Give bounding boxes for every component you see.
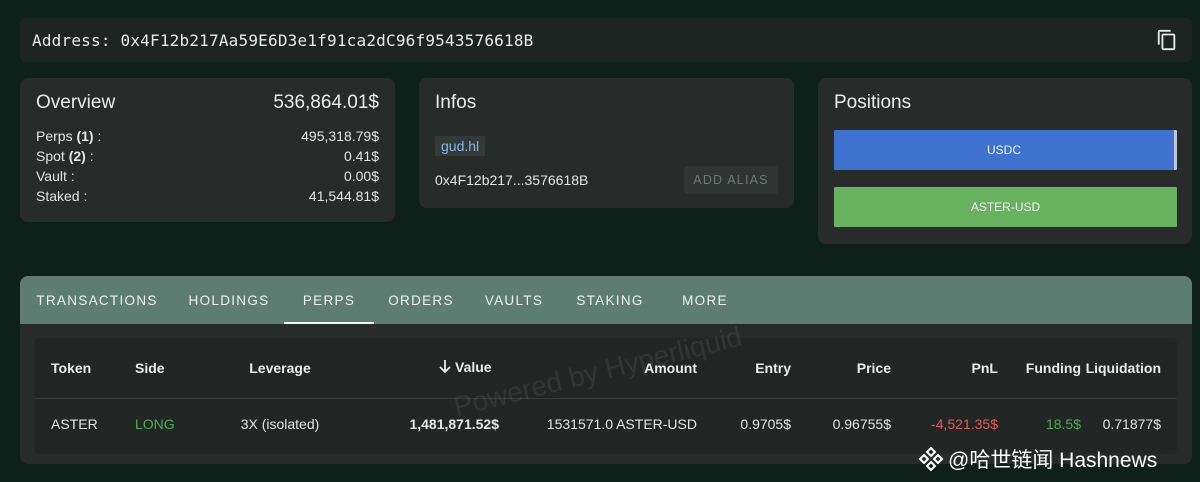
header-token[interactable]: Token bbox=[35, 338, 135, 398]
header-funding[interactable]: Funding bbox=[998, 338, 1081, 398]
overview-card: Overview 536,864.01$ Perps (1) : 495,318… bbox=[20, 78, 395, 222]
tab-orders[interactable]: ORDERS bbox=[374, 276, 468, 324]
positions-title: Positions bbox=[834, 92, 912, 113]
overview-row-label: Perps bbox=[36, 128, 73, 144]
address-bar: Address: 0x4F12b217Aa59E6D3e1f91ca2dC96f… bbox=[20, 18, 1192, 62]
overview-row-suffix: : bbox=[97, 128, 102, 144]
copy-icon[interactable] bbox=[1156, 28, 1178, 52]
cell-value: 1,481,871.52$ bbox=[345, 397, 505, 450]
cell-leverage: 3X (isolated) bbox=[215, 397, 345, 450]
arrow-down-icon bbox=[438, 359, 452, 377]
overview-row-value: 495,318.79$ bbox=[301, 128, 379, 144]
header-liquidation[interactable]: Liquidation bbox=[1081, 338, 1177, 398]
overview-row-label: Spot bbox=[36, 148, 65, 164]
overview-row-suffix: : bbox=[70, 168, 75, 184]
position-bar-usdc[interactable]: USDC bbox=[834, 130, 1177, 170]
overview-row-suffix: : bbox=[89, 148, 94, 164]
table-header-row: Token Side Leverage Value Amount Entry P… bbox=[35, 338, 1177, 398]
cell-price: 0.96755$ bbox=[791, 397, 891, 450]
cell-amount: 1531571.0 ASTER-USD bbox=[505, 397, 697, 450]
tab-bar: TRANSACTIONS HOLDINGS PERPS ORDERS VAULT… bbox=[20, 276, 1192, 324]
overview-row-perps: Perps (1) : 495,318.79$ bbox=[36, 126, 379, 146]
header-amount[interactable]: Amount bbox=[505, 338, 697, 398]
tab-transactions[interactable]: TRANSACTIONS bbox=[20, 276, 174, 324]
overview-row-suffix: : bbox=[83, 188, 88, 204]
cell-token: ASTER bbox=[35, 397, 135, 450]
address-value[interactable]: 0x4F12b217Aa59E6D3e1f91ca2dC96f954357661… bbox=[121, 31, 534, 50]
address-label: Address: bbox=[32, 30, 111, 50]
overview-title: Overview bbox=[36, 92, 116, 113]
positions-card: Positions USDC ASTER-USD bbox=[818, 78, 1192, 244]
short-address: 0x4F12b217...3576618B bbox=[435, 172, 589, 188]
cell-pnl: -4,521.35$ bbox=[891, 397, 998, 450]
brand-watermark: @哈世链闻 Hashnews bbox=[918, 444, 1157, 474]
perps-table-container: Token Side Leverage Value Amount Entry P… bbox=[35, 338, 1177, 454]
brand-text: @哈世链闻 Hashnews bbox=[948, 449, 1158, 472]
tab-more[interactable]: MORE bbox=[660, 276, 750, 324]
alias-badge[interactable]: gud.hl bbox=[435, 136, 486, 156]
header-side[interactable]: Side bbox=[135, 338, 215, 398]
overview-row-label: Staked bbox=[36, 188, 80, 204]
position-bar-aster-usd[interactable]: ASTER-USD bbox=[834, 187, 1177, 227]
address-text: Address: 0x4F12b217Aa59E6D3e1f91ca2dC96f… bbox=[32, 31, 534, 50]
cell-funding: 18.5$ bbox=[998, 397, 1081, 450]
header-price[interactable]: Price bbox=[791, 338, 891, 398]
header-value-cell[interactable]: Value bbox=[345, 338, 505, 398]
overview-row-spot: Spot (2) : 0.41$ bbox=[36, 146, 379, 166]
header-leverage[interactable]: Leverage bbox=[215, 338, 345, 398]
overview-row-value: 41,544.81$ bbox=[308, 188, 379, 204]
infos-card: Infos gud.hl 0x4F12b217...3576618B ADD A… bbox=[419, 78, 794, 208]
diamond-logo-icon bbox=[918, 446, 944, 472]
perps-panel: TRANSACTIONS HOLDINGS PERPS ORDERS VAULT… bbox=[20, 276, 1192, 464]
cell-entry: 0.9705$ bbox=[697, 397, 791, 450]
cell-liquidation: 0.71877$ bbox=[1081, 397, 1177, 450]
perps-table: Token Side Leverage Value Amount Entry P… bbox=[35, 338, 1177, 450]
header-value: Value bbox=[455, 358, 492, 375]
add-alias-button[interactable]: ADD ALIAS bbox=[684, 166, 778, 194]
overview-total: 536,864.01$ bbox=[273, 92, 379, 113]
overview-row-label: Vault bbox=[36, 168, 67, 184]
overview-row-staked: Staked : 41,544.81$ bbox=[36, 186, 379, 206]
tab-vaults[interactable]: VAULTS bbox=[468, 276, 560, 324]
overview-row-vault: Vault : 0.00$ bbox=[36, 166, 379, 186]
table-row[interactable]: ASTER LONG 3X (isolated) 1,481,871.52$ 1… bbox=[35, 397, 1177, 450]
cell-side: LONG bbox=[135, 397, 215, 450]
infos-title: Infos bbox=[435, 92, 477, 113]
overview-row-count: (2) bbox=[68, 148, 86, 164]
tab-holdings[interactable]: HOLDINGS bbox=[174, 276, 284, 324]
tab-perps[interactable]: PERPS bbox=[284, 276, 374, 324]
tab-staking[interactable]: STAKING bbox=[560, 276, 660, 324]
header-entry[interactable]: Entry bbox=[697, 338, 791, 398]
header-pnl[interactable]: PnL bbox=[891, 338, 998, 398]
overview-row-count: (1) bbox=[76, 128, 94, 144]
overview-row-value: 0.00$ bbox=[343, 168, 379, 184]
overview-row-value: 0.41$ bbox=[343, 148, 379, 164]
